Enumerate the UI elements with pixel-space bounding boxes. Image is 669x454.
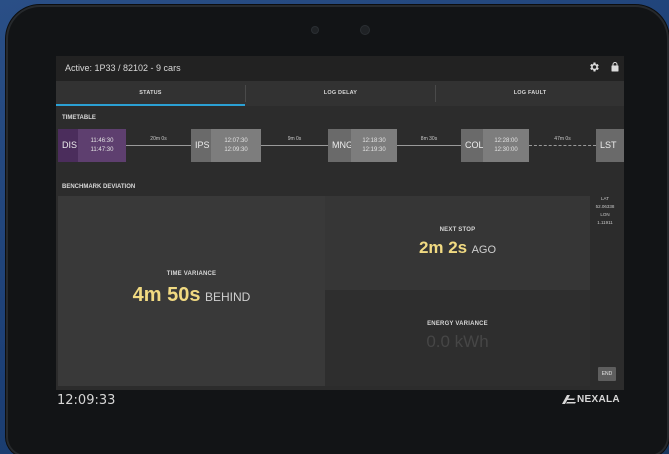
stop-depart: 12:09:30 [224, 147, 248, 153]
segment-line [126, 145, 191, 146]
nexala-logo-icon [562, 395, 576, 404]
time-variance-title: TIME VARIANCE [166, 271, 217, 277]
stop-mng[interactable]: MNG 12:18:30 12:19:30 [328, 129, 397, 162]
stop-times: 11:46:30 11:47:30 [78, 129, 126, 162]
active-train-title: Active: 1P33 / 82102 - 9 cars [65, 63, 181, 73]
time-variance-value: 4m 50s BEHIND [58, 284, 325, 307]
next-stop-panel: NEXT STOP 2m 2s AGO [325, 196, 590, 290]
segment-duration: 9m 0s [287, 136, 302, 142]
front-camera [361, 26, 369, 34]
stop-times: 12:28:00 12:30:00 [483, 129, 529, 162]
clock: 12:09:33 [57, 393, 116, 408]
segment-duration: 20m 0s [150, 136, 167, 142]
lat-label: LAT [601, 196, 609, 201]
timetable-label: TIMETABLE [62, 115, 96, 121]
end-button[interactable]: END [598, 367, 616, 381]
segment-duration: 8m 30s [420, 136, 438, 142]
tab-status[interactable]: STATUS [56, 81, 245, 106]
stop-arrive: 12:18:30 [362, 138, 386, 144]
stop-code: MNG [328, 129, 353, 162]
tab-log-fault[interactable]: LOG FAULT [436, 81, 624, 106]
stop-ips[interactable]: IPS 12:07:30 12:09:30 [191, 129, 261, 162]
location-readout: LAT 52.06338 LON 1.11911 [594, 195, 616, 227]
stop-arrive: 11:46:30 [90, 138, 114, 144]
time-variance-number: 4m 50s [132, 284, 201, 306]
lat-value: 52.06338 [595, 204, 615, 209]
stop-lst[interactable]: LST [596, 129, 624, 162]
stop-code: LST [596, 129, 624, 162]
time-variance-unit: BEHIND [204, 290, 251, 304]
benchmark-label: BENCHMARK DEVIATION [62, 184, 136, 190]
stop-dis[interactable]: DIS 11:46:30 11:47:30 [58, 129, 126, 162]
tab-bar: STATUS LOG DELAY LOG FAULT [56, 81, 624, 106]
next-stop-title: NEXT STOP [439, 227, 476, 233]
tab-log-delay[interactable]: LOG DELAY [246, 81, 435, 106]
stop-depart: 12:19:30 [362, 147, 386, 153]
lock-icon[interactable] [609, 61, 621, 73]
segment-line-dashed [529, 145, 596, 146]
stop-times: 12:18:30 12:19:30 [351, 129, 397, 162]
header-bar: Active: 1P33 / 82102 - 9 cars [56, 56, 624, 81]
lon-label: LON [600, 212, 610, 217]
stop-depart: 12:30:00 [494, 147, 518, 153]
stop-times: 12:07:30 12:09:30 [211, 129, 261, 162]
time-variance-panel: TIME VARIANCE 4m 50s BEHIND [58, 196, 325, 386]
sensor-dot [312, 27, 318, 33]
stop-arrive: 12:07:30 [224, 138, 248, 144]
stop-code: DIS [58, 129, 78, 162]
lon-value: 1.11911 [597, 220, 613, 225]
stop-arrive: 12:28:00 [494, 138, 518, 144]
energy-variance-title: ENERGY VARIANCE [427, 321, 488, 327]
segment-line [261, 145, 328, 146]
stop-col[interactable]: COL 12:28:00 12:30:00 [461, 129, 529, 162]
segment-line [397, 145, 461, 146]
stop-depart: 11:47:30 [90, 147, 114, 153]
stop-code: COL [461, 129, 484, 162]
energy-variance-value: 0.0 kWh [426, 332, 489, 351]
segment-duration: 47m 0s [554, 136, 571, 142]
next-stop-number: 2m 2s [418, 238, 468, 257]
app-screen: Active: 1P33 / 82102 - 9 cars STATUS LOG… [56, 56, 624, 390]
stop-code: IPS [191, 129, 211, 162]
gear-icon[interactable] [588, 61, 600, 73]
next-stop-unit: AGO [471, 244, 497, 256]
next-stop-value: 2m 2s AGO [325, 238, 590, 258]
brand-name: NEXALA [577, 394, 620, 405]
energy-variance-panel: ENERGY VARIANCE 0.0 kWh [325, 290, 590, 386]
